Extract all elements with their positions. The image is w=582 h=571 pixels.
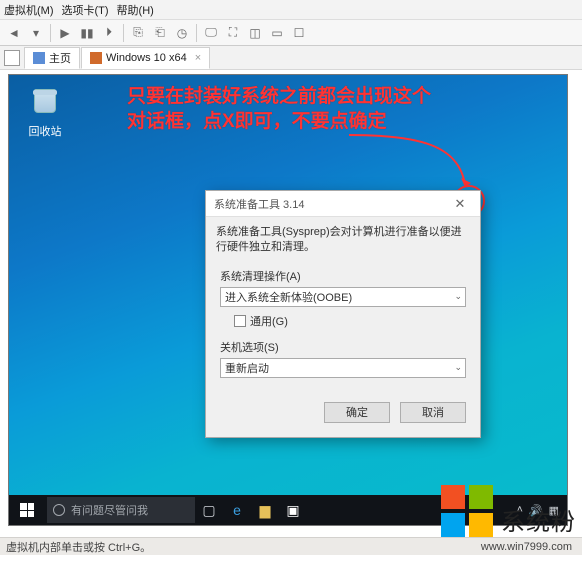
monitor-icon[interactable]: 🖵 <box>201 23 221 43</box>
cleanup-action-select[interactable]: 进入系统全新体验(OOBE) ⌄ <box>220 287 466 307</box>
microsoft-logo-icon <box>441 485 493 537</box>
dialog-buttons: 确定 取消 <box>206 388 480 437</box>
snapshot-manager-icon[interactable]: ⎗ <box>150 23 170 43</box>
windows-logo-icon <box>20 503 34 517</box>
watermark: 系统粉 <box>441 485 576 537</box>
clock-icon[interactable]: ◷ <box>172 23 192 43</box>
nav-dropdown-icon[interactable]: ▾ <box>26 23 46 43</box>
watermark-name-text: 系统粉 <box>501 509 576 536</box>
pause-icon[interactable]: ▮▮ <box>77 23 97 43</box>
vm-icon <box>90 52 102 64</box>
separator <box>50 24 51 42</box>
cancel-button[interactable]: 取消 <box>400 402 466 423</box>
edge-icon[interactable]: e <box>223 495 251 525</box>
cleanup-action-label: 系统清理操作(A) <box>220 268 466 284</box>
generalize-row[interactable]: 通用(G) <box>234 313 466 329</box>
home-icon <box>33 52 45 64</box>
dialog-close-button[interactable]: ✕ <box>446 194 474 214</box>
file-explorer-icon[interactable]: ▆ <box>251 495 279 525</box>
shutdown-option-value: 重新启动 <box>225 360 269 376</box>
vm-screen: 回收站 只要在封装好系统之前都会出现这个 对话框，点X即可，不要点确定 系统准备… <box>8 74 568 526</box>
recycle-bin-icon <box>30 89 60 121</box>
search-placeholder: 有问题尽管问我 <box>71 502 148 518</box>
library-toggle-icon[interactable] <box>4 50 20 66</box>
ok-button[interactable]: 确定 <box>324 402 390 423</box>
console-icon[interactable]: ☐ <box>289 23 309 43</box>
snapshot-icon[interactable]: ⎘ <box>128 23 148 43</box>
window-icon[interactable]: ▭ <box>267 23 287 43</box>
cortana-icon <box>53 504 65 516</box>
sysprep-dialog: 系统准备工具 3.14 ✕ 系统准备工具(Sysprep)会对计算机进行准备以便… <box>205 190 481 438</box>
cleanup-action-group: 系统清理操作(A) 进入系统全新体验(OOBE) ⌄ 通用(G) <box>220 268 466 329</box>
tab-home[interactable]: 主页 <box>24 47 80 69</box>
shutdown-option-label: 关机选项(S) <box>220 339 466 355</box>
menu-tabs[interactable]: 选项卡(T) <box>62 2 109 18</box>
generalize-label: 通用(G) <box>250 313 288 329</box>
recycle-bin-label: 回收站 <box>19 123 71 139</box>
tab-strip: 主页 Windows 10 x64 × <box>0 46 582 70</box>
tab-vm[interactable]: Windows 10 x64 × <box>81 47 210 69</box>
separator <box>123 24 124 42</box>
chevron-down-icon: ⌄ <box>454 362 462 373</box>
fullscreen-icon[interactable]: ⛶ <box>223 23 243 43</box>
cortana-search[interactable]: 有问题尽管问我 <box>47 497 195 523</box>
task-view-icon[interactable]: ▢ <box>195 495 223 525</box>
unity-icon[interactable]: ◫ <box>245 23 265 43</box>
annotation-text: 只要在封装好系统之前都会出现这个 对话框，点X即可，不要点确定 <box>127 85 431 134</box>
toolbar: ◄ ▾ ▶ ▮▮ ⏵ ⎘ ⎗ ◷ 🖵 ⛶ ◫ ▭ ☐ <box>0 20 582 46</box>
menu-vm[interactable]: 虚拟机(M) <box>4 2 54 18</box>
recycle-bin[interactable]: 回收站 <box>19 83 71 139</box>
chevron-down-icon: ⌄ <box>454 291 462 302</box>
pinned-app-icon[interactable]: ▣ <box>279 495 307 525</box>
status-text: 虚拟机内部单击或按 Ctrl+G。 <box>6 539 151 555</box>
cleanup-action-value: 进入系统全新体验(OOBE) <box>225 289 352 305</box>
start-button[interactable] <box>9 495 45 525</box>
resume-icon[interactable]: ⏵ <box>99 23 119 43</box>
annotation-line2: 对话框，点X即可，不要点确定 <box>127 110 431 135</box>
menubar: 虚拟机(M) 选项卡(T) 帮助(H) <box>0 0 582 20</box>
separator <box>196 24 197 42</box>
power-icon[interactable]: ▶ <box>55 23 75 43</box>
dialog-titlebar[interactable]: 系统准备工具 3.14 ✕ <box>206 191 480 217</box>
watermark-url: www.win7999.com <box>481 541 572 553</box>
shutdown-option-select[interactable]: 重新启动 ⌄ <box>220 358 466 378</box>
generalize-checkbox[interactable] <box>234 315 246 327</box>
tab-home-label: 主页 <box>49 50 71 66</box>
tab-vm-label: Windows 10 x64 <box>106 52 187 64</box>
close-tab-icon[interactable]: × <box>195 52 201 64</box>
nav-back-icon[interactable]: ◄ <box>4 23 24 43</box>
watermark-name: 系统粉 <box>501 502 576 537</box>
menu-help[interactable]: 帮助(H) <box>117 2 154 18</box>
dialog-description: 系统准备工具(Sysprep)会对计算机进行准备以便进行硬件独立和清理。 <box>206 217 480 258</box>
dialog-title: 系统准备工具 3.14 <box>214 196 446 212</box>
annotation-line1: 只要在封装好系统之前都会出现这个 <box>127 85 431 110</box>
shutdown-option-group: 关机选项(S) 重新启动 ⌄ <box>220 339 466 378</box>
